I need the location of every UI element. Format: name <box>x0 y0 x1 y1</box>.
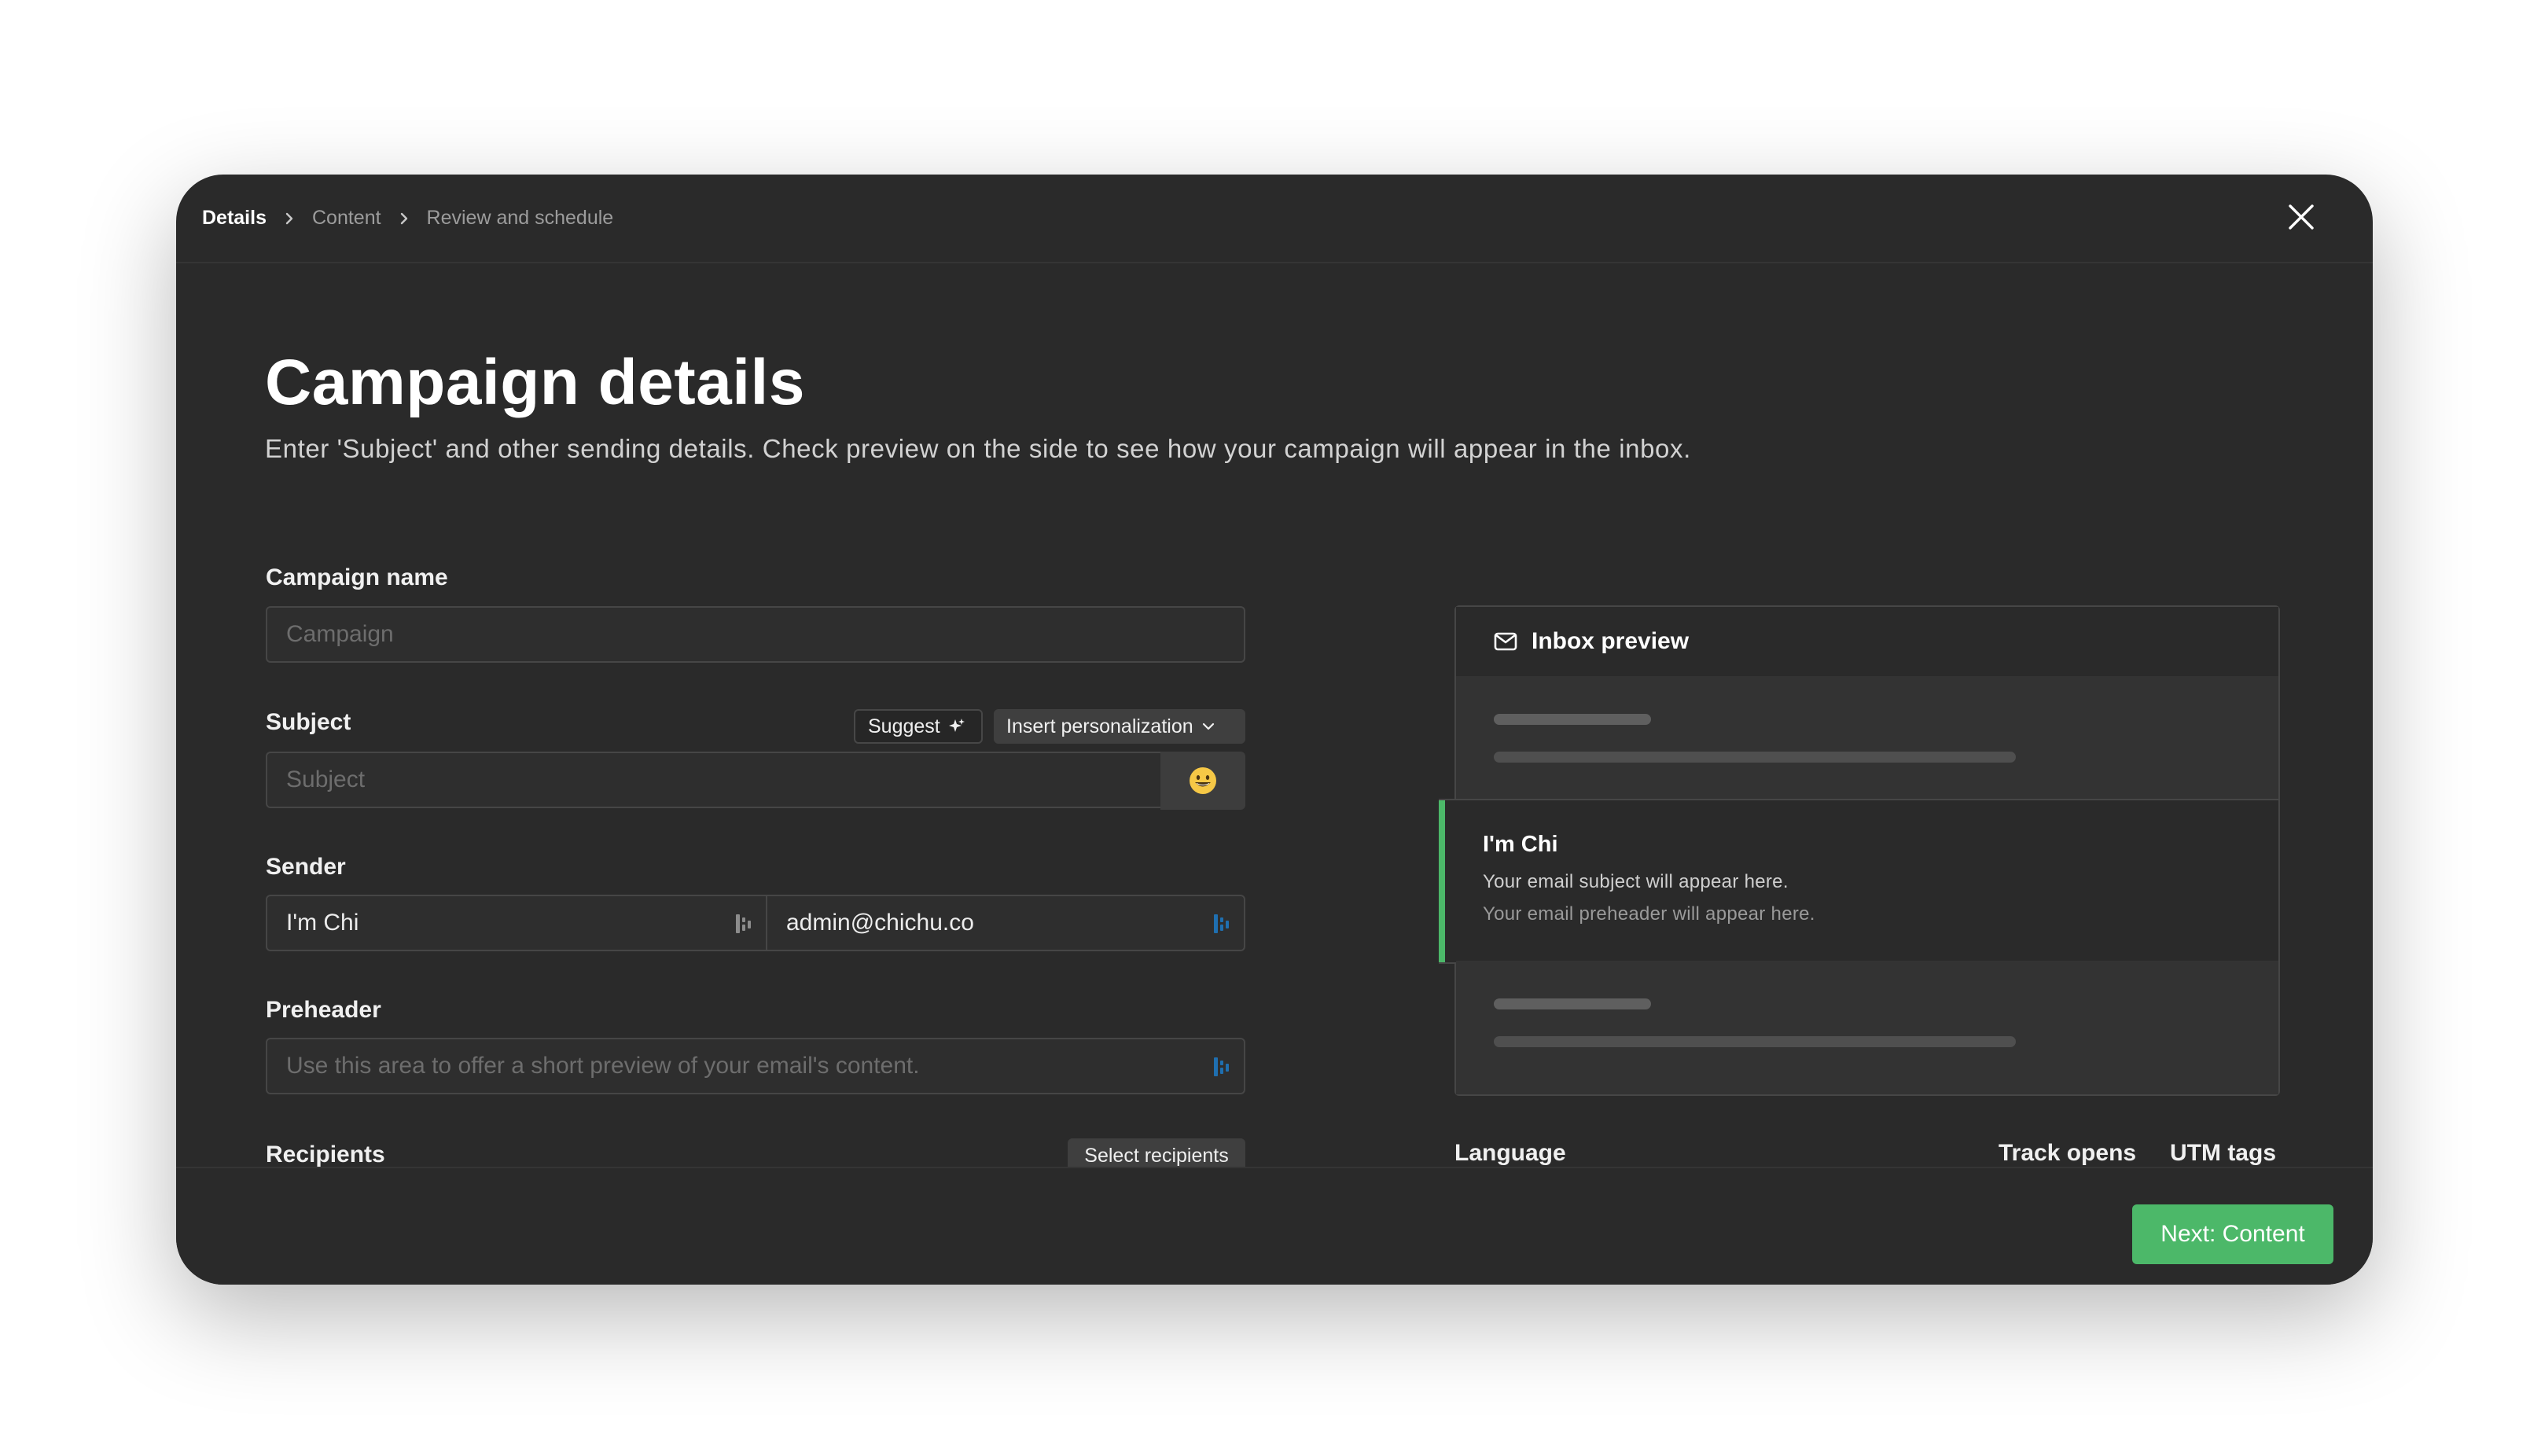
suggest-button[interactable]: Suggest <box>854 709 983 744</box>
placeholder-bar <box>1494 714 1651 725</box>
preview-sender-name: I'm Chi <box>1483 832 1558 857</box>
page-title: Campaign details <box>265 347 805 418</box>
emoji-picker-button[interactable] <box>1160 752 1245 810</box>
subject-label: Subject <box>266 709 351 735</box>
select-recipients-label: Select recipients <box>1084 1144 1229 1167</box>
page-subtitle: Enter 'Subject' and other sending detail… <box>265 434 1691 463</box>
preheader-input[interactable]: Use this area to offer a short preview o… <box>266 1038 1245 1094</box>
breadcrumb-content[interactable]: Content <box>312 207 381 230</box>
placeholder-email-row <box>1456 961 2278 1094</box>
smiley-emoji-icon <box>1190 767 1216 794</box>
ai-assist-icon[interactable] <box>1212 913 1231 935</box>
preheader-placeholder: Use this area to offer a short preview o… <box>286 1053 920 1079</box>
inbox-preview-header: Inbox preview <box>1456 607 2278 678</box>
preview-preheader: Your email preheader will appear here. <box>1483 903 1815 925</box>
modal-topbar: Details Content Review and schedule <box>176 175 2373 263</box>
selected-accent-bar <box>1439 800 1445 962</box>
placeholder-bar <box>1494 998 1651 1009</box>
insert-personalization-dropdown[interactable]: Insert personalization <box>994 709 1245 744</box>
campaign-name-label: Campaign name <box>266 564 448 590</box>
close-button[interactable] <box>2283 199 2319 235</box>
campaign-name-input[interactable]: Campaign <box>266 606 1245 663</box>
utm-tags-label: UTM tags <box>2170 1140 2276 1166</box>
subject-input[interactable]: Subject <box>266 752 1162 808</box>
chevron-right-icon <box>381 211 427 226</box>
preview-subject: Your email subject will appear here. <box>1483 871 1789 892</box>
chevron-down-icon <box>1202 722 1214 730</box>
sender-name-input[interactable]: I'm Chi <box>266 895 767 951</box>
next-content-button[interactable]: Next: Content <box>2132 1204 2333 1264</box>
placeholder-bar <box>1494 752 2016 763</box>
preview-email-row: I'm Chi Your email subject will appear h… <box>1439 799 2278 964</box>
preheader-label: Preheader <box>266 997 381 1023</box>
sender-name-value: I'm Chi <box>286 910 359 936</box>
sender-email-input[interactable]: admin@chichu.co <box>766 895 1245 951</box>
close-icon <box>2289 204 2314 230</box>
inbox-preview: Inbox preview I'm Chi Your email subject… <box>1439 605 2280 1096</box>
breadcrumb: Details Content Review and schedule <box>202 175 613 262</box>
chevron-right-icon <box>267 211 312 226</box>
personalization-tag-icon[interactable] <box>734 913 753 935</box>
modal-footer <box>176 1167 2373 1285</box>
placeholder-email-row <box>1456 676 2278 800</box>
inbox-preview-title: Inbox preview <box>1532 628 1690 654</box>
breadcrumb-review-and-schedule[interactable]: Review and schedule <box>427 207 614 230</box>
ai-assist-icon[interactable] <box>1212 1056 1231 1078</box>
sparkle-icon <box>948 719 965 732</box>
subject-placeholder: Subject <box>286 767 366 792</box>
recipients-label: Recipients <box>266 1142 385 1167</box>
sender-email-value: admin@chichu.co <box>786 910 974 936</box>
language-label: Language <box>1454 1140 1566 1166</box>
track-opens-label: Track opens <box>1999 1140 2137 1166</box>
insert-personalization-label: Insert personalization <box>1006 715 1193 737</box>
campaign-name-placeholder: Campaign <box>286 621 394 647</box>
placeholder-bar <box>1494 1036 2016 1047</box>
sender-label: Sender <box>266 854 346 880</box>
suggest-label: Suggest <box>868 715 940 737</box>
envelope-icon <box>1494 632 1517 651</box>
breadcrumb-details[interactable]: Details <box>202 207 267 230</box>
campaign-modal: Details Content Review and schedule Camp… <box>176 175 2373 1285</box>
